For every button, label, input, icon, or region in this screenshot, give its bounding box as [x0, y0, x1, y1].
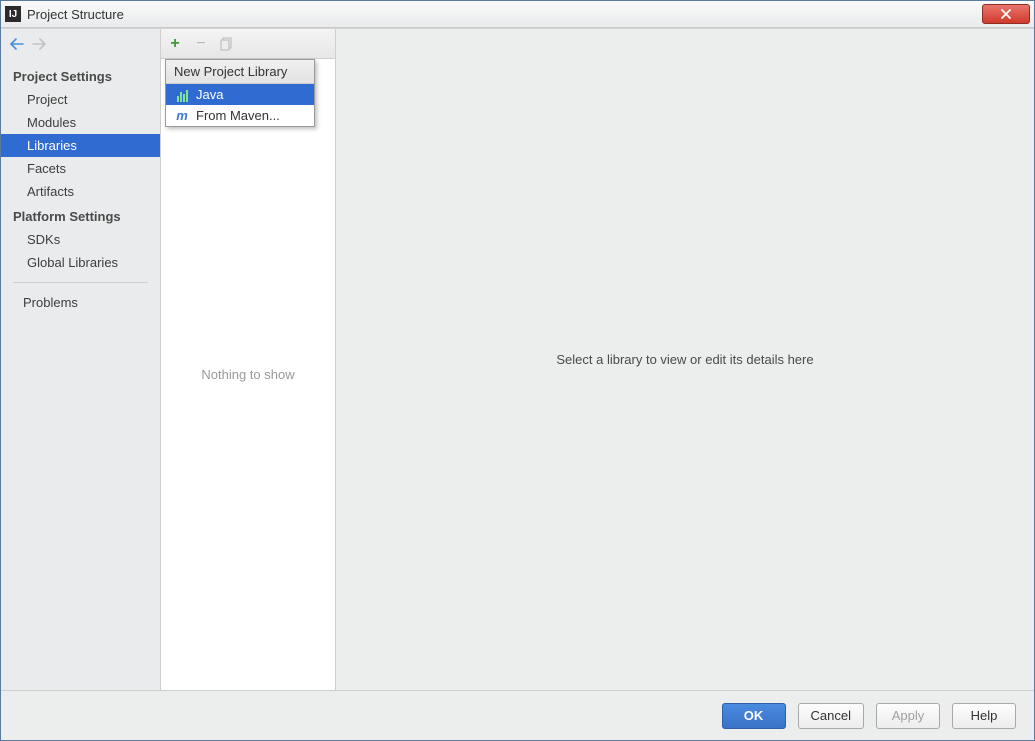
- library-list-column: + − Nothing to show New Project Library …: [161, 29, 336, 690]
- sidebar-item-facets[interactable]: Facets: [1, 157, 160, 180]
- library-list-empty: Nothing to show: [161, 59, 335, 690]
- apply-button: Apply: [876, 703, 940, 729]
- ok-button[interactable]: OK: [722, 703, 786, 729]
- dropdown-item-java[interactable]: Java: [166, 84, 314, 105]
- close-button[interactable]: [982, 4, 1030, 24]
- sidebar-item-global-libraries[interactable]: Global Libraries: [1, 251, 160, 274]
- add-icon[interactable]: +: [167, 36, 183, 52]
- remove-icon: −: [193, 36, 209, 52]
- library-toolbar: + −: [161, 29, 335, 59]
- sidebar-section-project-settings: Project Settings: [1, 63, 160, 88]
- nav-forward-icon: [31, 36, 47, 52]
- dropdown-item-label: Java: [196, 87, 223, 102]
- dropdown-header: New Project Library: [166, 60, 314, 84]
- dialog-button-bar: OK Cancel Apply Help: [1, 690, 1034, 740]
- sidebar-item-sdks[interactable]: SDKs: [1, 228, 160, 251]
- copy-icon: [219, 36, 235, 52]
- window-title: Project Structure: [27, 7, 124, 22]
- titlebar[interactable]: IJ Project Structure: [1, 1, 1034, 28]
- nav-back-icon[interactable]: [9, 36, 25, 52]
- detail-placeholder-text: Select a library to view or edit its det…: [556, 352, 813, 367]
- content-area: Project Settings Project Modules Librari…: [1, 28, 1034, 690]
- sidebar-item-project[interactable]: Project: [1, 88, 160, 111]
- nav-arrows: [1, 29, 160, 59]
- cancel-button[interactable]: Cancel: [798, 703, 864, 729]
- library-detail-pane: Select a library to view or edit its det…: [336, 29, 1034, 690]
- java-library-icon: [174, 88, 190, 102]
- sidebar-section-platform-settings: Platform Settings: [1, 203, 160, 228]
- sidebar-item-modules[interactable]: Modules: [1, 111, 160, 134]
- dropdown-item-from-maven[interactable]: m From Maven...: [166, 105, 314, 126]
- sidebar-item-problems[interactable]: Problems: [1, 291, 160, 314]
- sidebar-item-artifacts[interactable]: Artifacts: [1, 180, 160, 203]
- sidebar-separator: [13, 282, 148, 283]
- sidebar-item-libraries[interactable]: Libraries: [1, 134, 160, 157]
- project-structure-window: IJ Project Structure Project Settings Pr…: [0, 0, 1035, 741]
- sidebar: Project Settings Project Modules Librari…: [1, 59, 160, 314]
- intellij-app-icon: IJ: [5, 6, 21, 22]
- help-button[interactable]: Help: [952, 703, 1016, 729]
- sidebar-column: Project Settings Project Modules Librari…: [1, 29, 161, 690]
- dropdown-item-label: From Maven...: [196, 108, 280, 123]
- maven-icon: m: [174, 109, 190, 123]
- new-project-library-menu: New Project Library Java m From Maven...: [165, 59, 315, 127]
